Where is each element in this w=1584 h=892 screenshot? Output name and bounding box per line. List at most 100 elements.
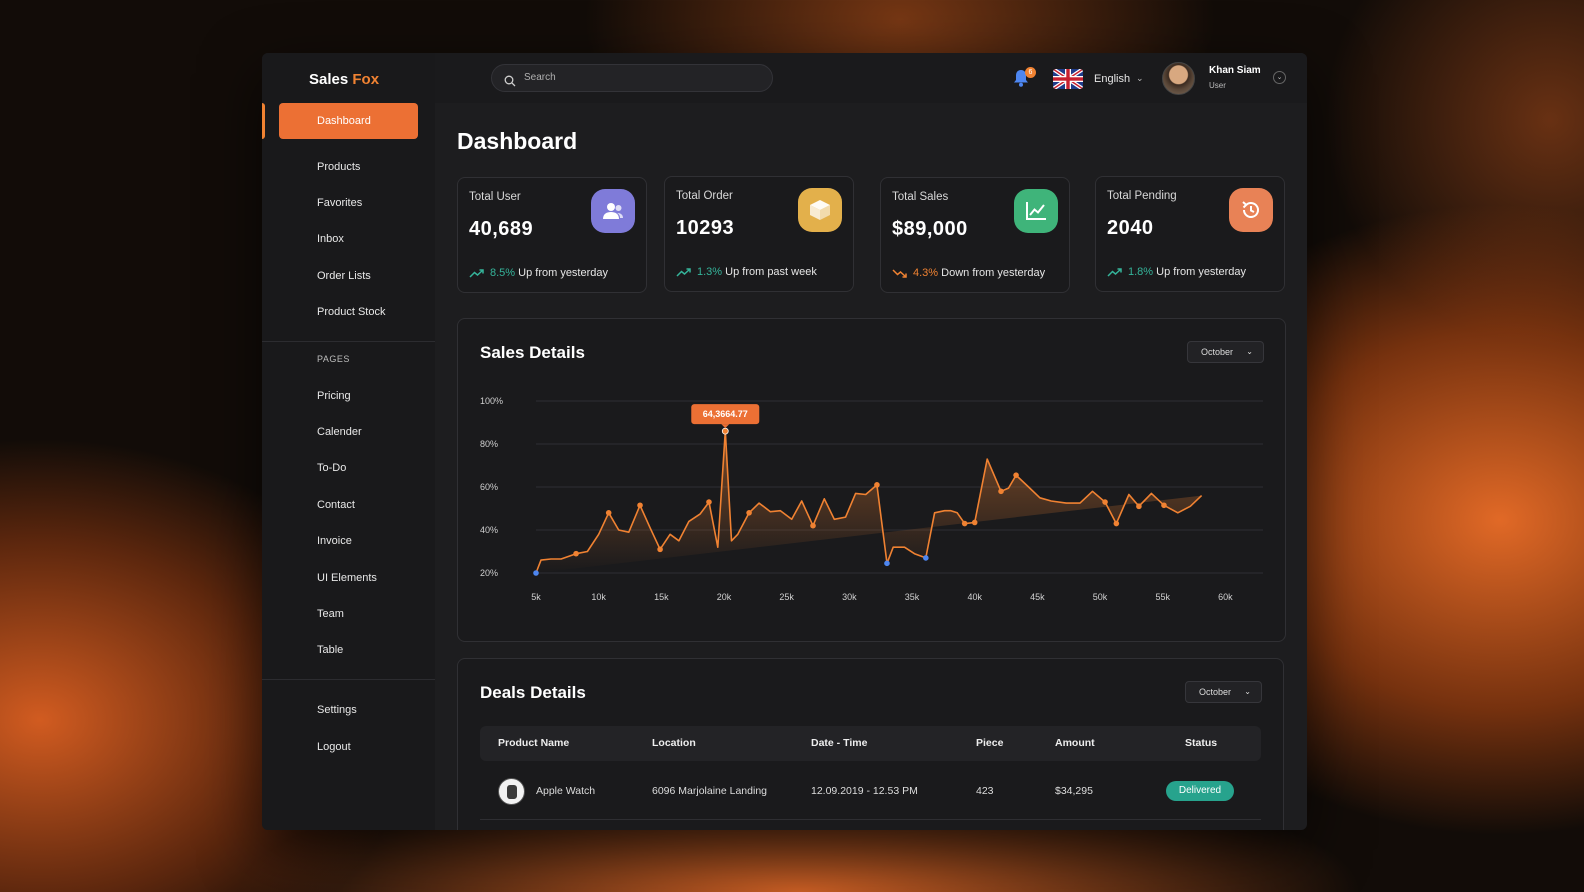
data-point (971, 519, 978, 526)
chart-area (536, 431, 1202, 573)
data-point (998, 488, 1004, 495)
y-tick-label: 60% (480, 482, 498, 492)
brand-logo[interactable]: Sales Fox (309, 71, 379, 88)
stat-card-total-pending: Total Pending 2040 1.8% Up from yesterda… (1095, 176, 1285, 292)
sidebar-item-products[interactable]: Products (317, 161, 360, 173)
notification-count-badge: 6 (1025, 67, 1036, 78)
status-badge: Delivered (1166, 781, 1234, 801)
sales-chart: 20% 40% 60% 80% 100% 5k 10k 15k 20k 25k 30k 35k 40k… (480, 396, 1263, 602)
data-point (810, 522, 816, 529)
stat-trend: 4.3% Down from yesterday (892, 267, 1045, 279)
chevron-down-icon[interactable]: ⌄ (1136, 73, 1144, 84)
brand-name-part2: Fox (352, 71, 380, 88)
trend-down-icon (892, 267, 913, 279)
sidebar-item-product-stock[interactable]: Product Stock (317, 306, 385, 318)
sidebar-item-settings[interactable]: Settings (317, 704, 357, 716)
x-tick-label: 20k (717, 592, 732, 602)
stat-value: 40,689 (469, 218, 534, 240)
deals-details-title: Deals Details (480, 683, 586, 702)
amount-cell: $34,295 (1055, 785, 1093, 797)
pages-section-title: PAGES (317, 354, 350, 364)
datetime-cell: 12.09.2019 - 12.53 PM (811, 785, 918, 797)
y-tick-label: 40% (480, 525, 498, 535)
highlight-point (721, 427, 729, 435)
sidebar-item-invoice[interactable]: Invoice (317, 535, 352, 547)
sales-details-panel: Sales Details October ⌄ 20% 40% 60% 80% 100%… (457, 318, 1286, 642)
table-header: Product Name Location Date - Time Piece … (480, 726, 1261, 761)
deals-month-select[interactable]: October ⌄ (1185, 681, 1262, 703)
stat-label: Total Order (676, 190, 733, 202)
chevron-down-icon: ⌄ (1244, 687, 1251, 696)
data-point (533, 570, 539, 576)
stat-card-total-user: Total User 40,689 8.5% Up from yesterday (457, 177, 647, 293)
active-indicator (262, 103, 265, 139)
column-header-piece[interactable]: Piece (976, 737, 1003, 749)
data-point (1161, 502, 1167, 509)
avatar[interactable] (1162, 62, 1195, 95)
data-point (706, 499, 712, 505)
stat-label: Total Pending (1107, 190, 1177, 202)
sidebar-item-calender[interactable]: Calender (317, 426, 362, 438)
data-point (1102, 499, 1108, 505)
sidebar: Sales Fox Dashboard Products Favorites I… (262, 53, 435, 830)
x-tick-label: 10k (591, 592, 606, 602)
trend-text: Up from yesterday (1156, 266, 1247, 278)
product-name: Apple Watch (536, 785, 596, 797)
stat-label: Total Sales (892, 191, 949, 203)
chart-tooltip-label: 64,3664.77 (703, 409, 748, 419)
column-header-amount[interactable]: Amount (1055, 737, 1095, 749)
data-point (573, 550, 579, 557)
selected-month: October (1199, 687, 1232, 697)
trend-text: Up from past week (725, 266, 817, 278)
search-icon (504, 72, 516, 98)
sidebar-divider (262, 679, 435, 680)
trend-text: Down from yesterday (941, 267, 1046, 279)
stat-value: $89,000 (892, 218, 968, 240)
column-header-location[interactable]: Location (652, 737, 696, 749)
column-header-product[interactable]: Product Name (498, 737, 569, 749)
x-tick-label: 5k (531, 592, 541, 602)
sidebar-item-order-lists[interactable]: Order Lists (317, 270, 371, 282)
sidebar-item-todo[interactable]: To-Do (317, 462, 346, 474)
data-point (874, 482, 880, 488)
user-menu-chevron-icon[interactable]: ⌄ (1273, 71, 1286, 84)
sidebar-item-team[interactable]: Team (317, 608, 344, 620)
sidebar-item-contact[interactable]: Contact (317, 499, 355, 511)
deals-details-panel: Deals Details October ⌄ Product Name Loc… (457, 658, 1284, 830)
trend-up-icon (469, 267, 490, 279)
sidebar-item-ui-elements[interactable]: UI Elements (317, 572, 377, 584)
search-input[interactable]: Search (491, 64, 773, 92)
y-tick-label: 80% (480, 439, 498, 449)
stat-trend: 8.5% Up from yesterday (469, 267, 608, 279)
dashboard-window: Sales Fox Dashboard Products Favorites I… (262, 53, 1307, 830)
x-tick-label: 45k (1030, 592, 1045, 602)
sidebar-item-pricing[interactable]: Pricing (317, 390, 351, 402)
row-divider (480, 819, 1261, 820)
column-header-datetime[interactable]: Date - Time (811, 737, 867, 749)
y-tick-label: 20% (480, 568, 498, 578)
column-header-status[interactable]: Status (1185, 737, 1217, 749)
data-point (1013, 472, 1019, 478)
sidebar-divider (262, 341, 435, 342)
sidebar-item-table[interactable]: Table (317, 644, 343, 656)
trend-percent: 8.5% (490, 267, 516, 279)
chart-tooltip-pointer (721, 424, 730, 429)
trend-up-icon (1107, 266, 1128, 278)
x-tick-label: 50k (1093, 592, 1108, 602)
sidebar-item-logout[interactable]: Logout (317, 741, 351, 753)
history-icon (1229, 188, 1273, 232)
data-point (884, 560, 890, 567)
x-tick-label: 30k (842, 592, 857, 602)
language-selector[interactable]: English (1094, 73, 1130, 85)
sidebar-item-dashboard[interactable]: Dashboard (262, 103, 435, 139)
box-icon (798, 188, 842, 232)
users-icon (591, 189, 635, 233)
trend-percent: 1.3% (697, 266, 723, 278)
uk-flag-icon[interactable] (1053, 69, 1083, 89)
trend-text: Up from yesterday (518, 267, 609, 279)
stat-trend: 1.8% Up from yesterday (1107, 266, 1246, 278)
trend-up-icon (676, 266, 697, 278)
sidebar-item-inbox[interactable]: Inbox (317, 233, 344, 245)
sidebar-item-favorites[interactable]: Favorites (317, 197, 362, 209)
stat-value: 2040 (1107, 217, 1154, 239)
